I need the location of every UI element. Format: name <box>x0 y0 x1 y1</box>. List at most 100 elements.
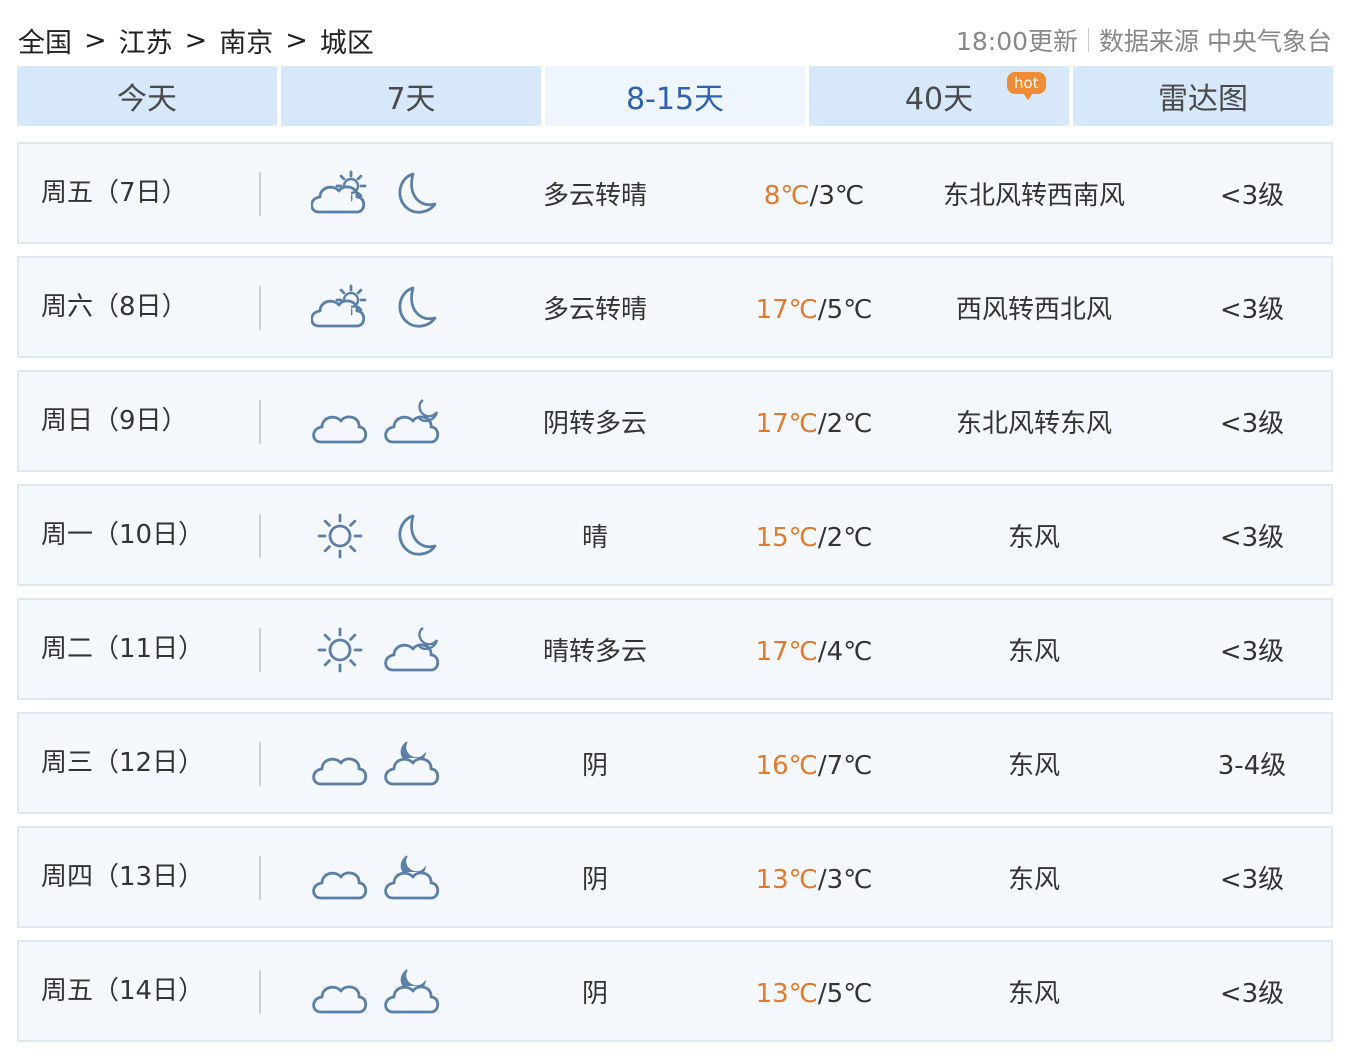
wind-direction: 东北风转东风 <box>955 409 1112 439</box>
tab-7-days[interactable]: 7天 <box>281 66 541 126</box>
row-divider <box>259 286 261 330</box>
forecast-date: 周六（8日） <box>41 292 188 322</box>
wind-direction: 东风 <box>1007 637 1060 667</box>
row-divider <box>259 172 261 216</box>
overcast-night-icon <box>383 968 441 1016</box>
forecast-row: 周一（10日） 晴 15℃/2℃ 东风 <3级 <box>17 484 1333 586</box>
forecast-list: 周五（7日） 多云转晴 8℃/3℃ 东北风转西南风 <3级 周六（8日） 多云转… <box>17 142 1333 1054</box>
wind-level: <3级 <box>1219 637 1285 667</box>
forecast-date: 周一（10日） <box>41 520 205 550</box>
tab-label: 雷达图 <box>1158 82 1248 117</box>
forecast-row: 周六（8日） 多云转晴 17℃/5℃ 西风转西北风 <3级 <box>17 256 1333 358</box>
overcast-night-icon <box>383 854 441 902</box>
high-temp: 8℃ <box>763 181 810 211</box>
forecast-date: 周日（9日） <box>41 406 188 436</box>
low-temp: 2℃ <box>826 409 873 439</box>
forecast-row: 周日（9日） 阴转多云 17℃/2℃ 东北风转东风 <3级 <box>17 370 1333 472</box>
forecast-row: 周四（13日） 阴 13℃/3℃ 东风 <3级 <box>17 826 1333 928</box>
breadcrumb-district: 城区 <box>319 27 374 59</box>
forecast-date: 周三（12日） <box>41 748 205 778</box>
forecast-row: 周二（11日） 晴转多云 17℃/4℃ 东风 <3级 <box>17 598 1333 700</box>
cloud-icon <box>311 854 369 902</box>
moon-icon <box>383 170 441 218</box>
tab-label: 8-15天 <box>625 82 725 117</box>
temperature-range: 13℃/3℃ <box>755 865 873 895</box>
wind-direction: 东风 <box>1007 865 1060 895</box>
breadcrumb: 全国 > 江苏 > 南京 > 城区 <box>18 21 374 60</box>
temperature-range: 16℃/7℃ <box>755 751 873 781</box>
low-temp: 5℃ <box>826 979 873 1009</box>
high-temp: 16℃ <box>755 751 818 781</box>
forecast-row: 周三（12日） 阴 16℃/7℃ 东风 3-4级 <box>17 712 1333 814</box>
tab-today[interactable]: 今天 <box>17 66 277 126</box>
update-time: 18:00更新 <box>956 27 1079 56</box>
partly-cloudy-day-icon <box>311 284 369 332</box>
wind-level: <3级 <box>1219 979 1285 1009</box>
wind-level: <3级 <box>1219 523 1285 553</box>
row-divider <box>259 400 261 444</box>
meta-divider <box>1088 28 1090 52</box>
sun-icon <box>311 626 369 674</box>
hot-badge: hot <box>1007 72 1046 100</box>
weather-description: 阴 <box>581 751 608 781</box>
tab-radar[interactable]: 雷达图 <box>1073 66 1333 126</box>
low-temp: 3℃ <box>818 181 865 211</box>
moon-icon <box>383 512 441 560</box>
tab-label: 40天 <box>904 82 974 117</box>
temperature-range: 17℃/5℃ <box>755 295 873 325</box>
cloud-icon <box>311 398 369 446</box>
wind-level: <3级 <box>1219 295 1285 325</box>
high-temp: 13℃ <box>755 865 818 895</box>
weather-description: 阴 <box>581 865 608 895</box>
tab-label: 今天 <box>117 82 177 117</box>
wind-direction: 西风转西北风 <box>955 295 1112 325</box>
row-divider <box>259 856 261 900</box>
wind-level: 3-4级 <box>1217 751 1287 781</box>
forecast-date: 周二（11日） <box>41 634 205 664</box>
cloudy-night-icon <box>383 626 441 674</box>
weather-description: 阴 <box>581 979 608 1009</box>
weather-description: 多云转晴 <box>542 181 647 211</box>
wind-direction: 东风 <box>1007 751 1060 781</box>
top-bar: 全国 > 江苏 > 南京 > 城区 18:00更新 数据来源 中央气象台 <box>18 18 1332 62</box>
breadcrumb-separator: > <box>84 24 107 56</box>
cloud-icon <box>311 968 369 1016</box>
cloud-icon <box>311 740 369 788</box>
temperature-range: 13℃/5℃ <box>755 979 873 1009</box>
high-temp: 13℃ <box>755 979 818 1009</box>
wind-level: <3级 <box>1219 181 1285 211</box>
sun-icon <box>311 512 369 560</box>
high-temp: 15℃ <box>755 523 818 553</box>
tab-8-15-days[interactable]: 8-15天 <box>545 66 805 126</box>
row-divider <box>259 970 261 1014</box>
breadcrumb-city[interactable]: 南京 <box>219 21 273 60</box>
breadcrumb-province[interactable]: 江苏 <box>119 21 173 60</box>
moon-icon <box>383 284 441 332</box>
high-temp: 17℃ <box>755 295 818 325</box>
data-source: 数据来源 中央气象台 <box>1099 27 1332 56</box>
low-temp: 7℃ <box>826 751 873 781</box>
forecast-date: 周五（7日） <box>41 178 188 208</box>
update-meta: 18:00更新 数据来源 中央气象台 <box>956 22 1332 58</box>
temperature-range: 17℃/2℃ <box>755 409 873 439</box>
high-temp: 17℃ <box>755 409 818 439</box>
forecast-row: 周五（14日） 阴 13℃/5℃ 东风 <3级 <box>17 940 1333 1042</box>
wind-level: <3级 <box>1219 409 1285 439</box>
low-temp: 5℃ <box>826 295 873 325</box>
wind-level: <3级 <box>1219 865 1285 895</box>
high-temp: 17℃ <box>755 637 818 667</box>
temperature-range: 8℃/3℃ <box>763 181 865 211</box>
breadcrumb-national[interactable]: 全国 <box>18 21 72 60</box>
weather-description: 多云转晴 <box>542 295 647 325</box>
forecast-date: 周五（14日） <box>41 976 205 1006</box>
forecast-date: 周四（13日） <box>41 862 205 892</box>
breadcrumb-separator: > <box>285 24 308 56</box>
row-divider <box>259 514 261 558</box>
forecast-tabs: 今天 7天 8-15天 40天 hot 雷达图 <box>17 66 1333 126</box>
breadcrumb-separator: > <box>184 24 208 56</box>
row-divider <box>259 742 261 786</box>
tab-40-days[interactable]: 40天 hot <box>809 66 1069 126</box>
weather-description: 阴转多云 <box>542 409 647 439</box>
temperature-range: 15℃/2℃ <box>755 523 873 553</box>
low-temp: 2℃ <box>826 523 873 553</box>
